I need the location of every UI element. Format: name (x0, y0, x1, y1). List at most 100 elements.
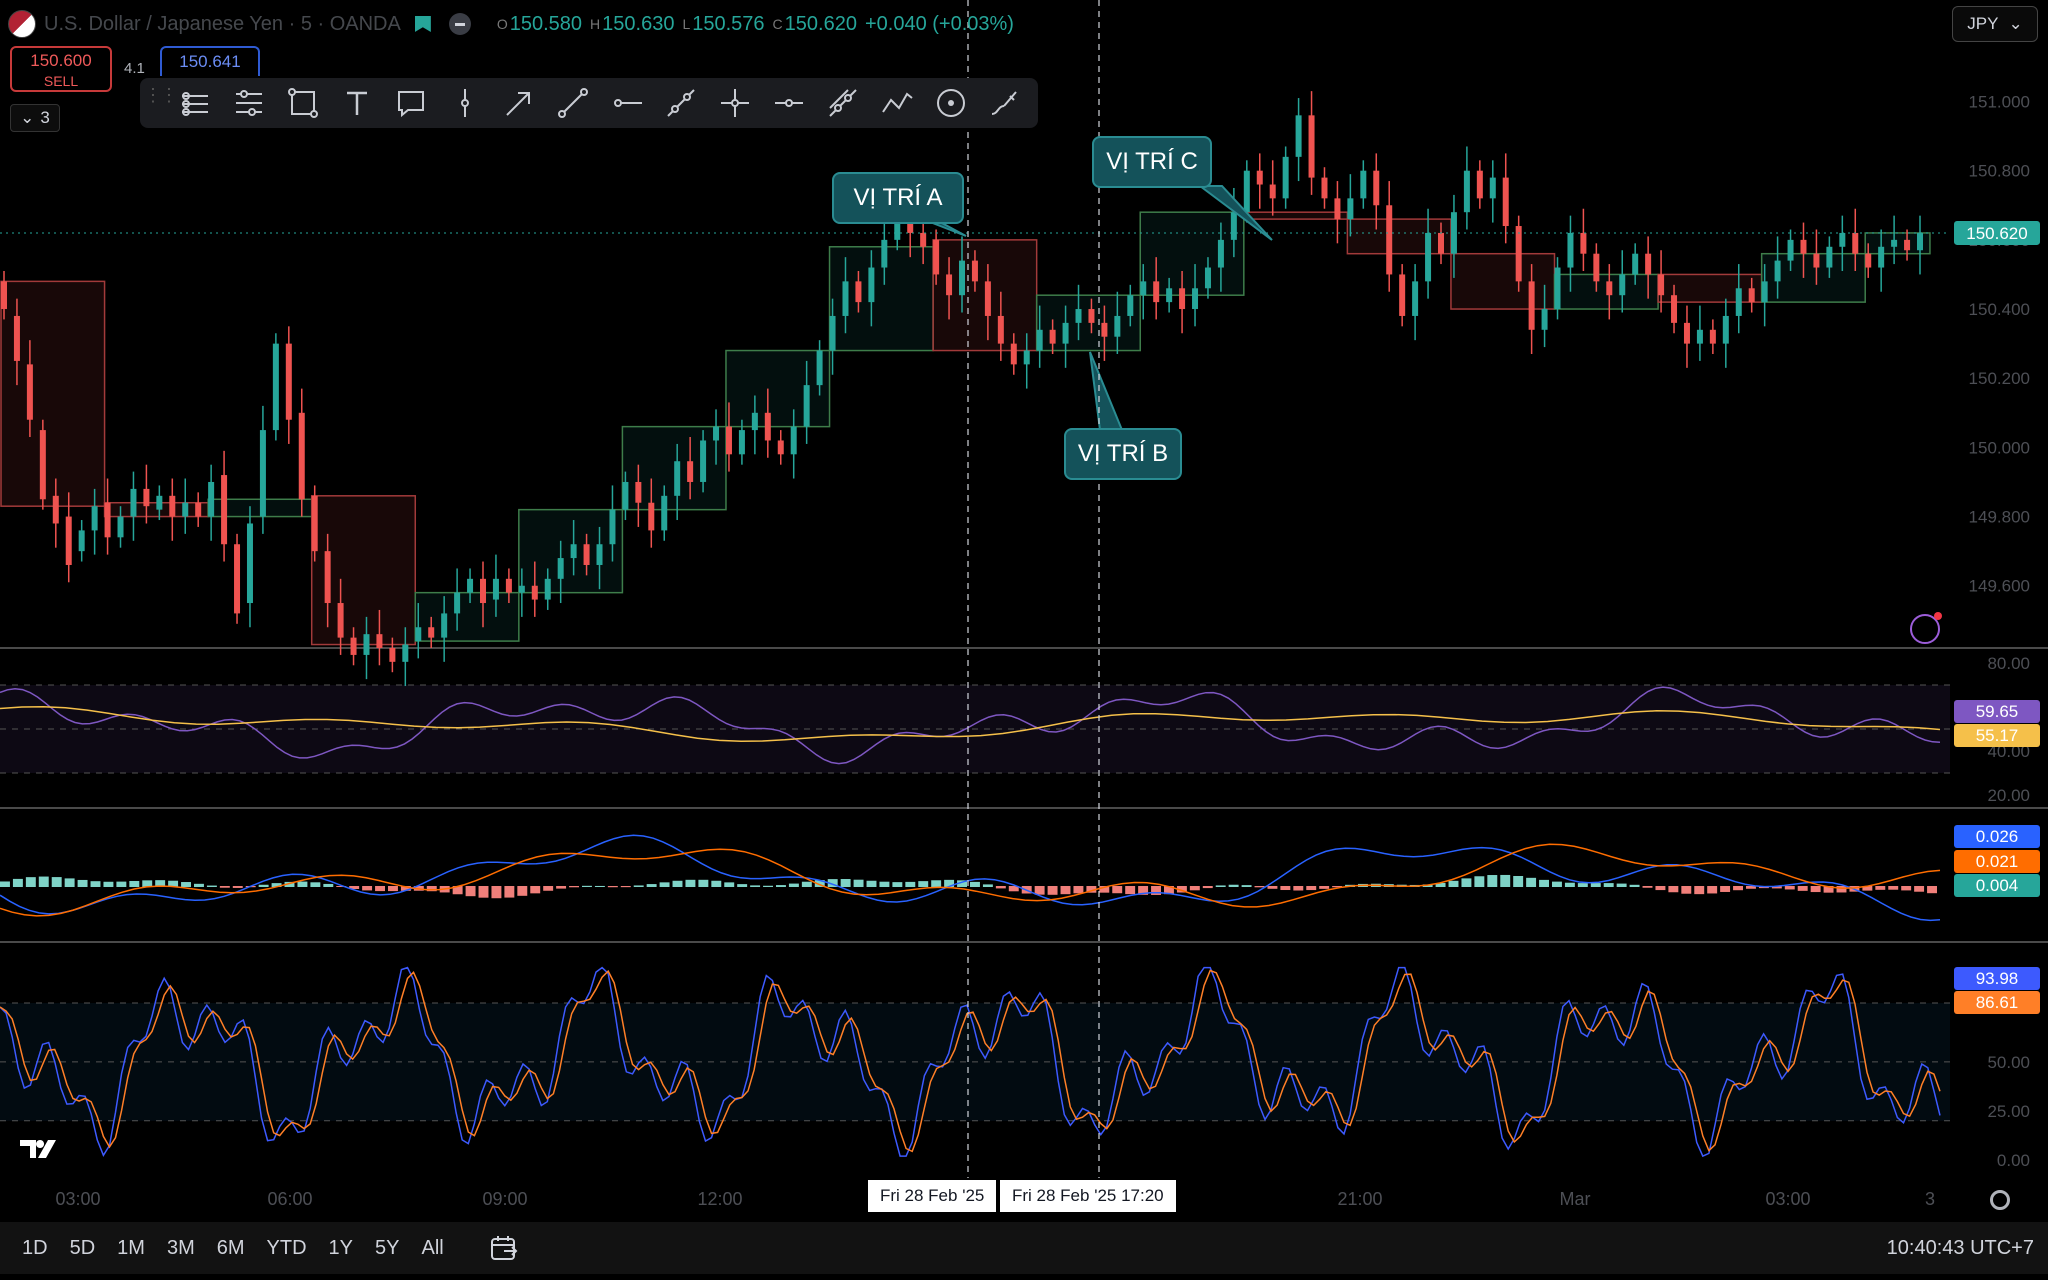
collapse-legend-icon[interactable] (448, 13, 471, 35)
currency-value: JPY (1967, 14, 1999, 33)
candle-body (78, 530, 85, 552)
price-tick-label: 150.800 (1969, 162, 2030, 181)
candle-body (1671, 295, 1678, 323)
macd-histogram-bar (659, 882, 670, 887)
candle-body (1774, 260, 1781, 282)
buy-button[interactable]: 150.641 (160, 46, 260, 76)
range-1d-button[interactable]: 1D (22, 1237, 48, 1260)
macd-histogram-bar (840, 879, 851, 887)
candle-body (1347, 198, 1354, 220)
horizontal-line-icon[interactable] (762, 78, 816, 128)
range-6m-button[interactable]: 6M (217, 1237, 245, 1260)
cross-line-icon[interactable] (708, 78, 762, 128)
drag-handle-icon[interactable]: ⋮⋮ (144, 86, 178, 118)
macd-histogram-bar (1616, 883, 1627, 887)
htf-candle-box (1346, 218, 1452, 255)
candle-body (1658, 274, 1665, 296)
candle-body (1619, 274, 1626, 296)
indicator-templates-icon[interactable] (168, 78, 222, 128)
candle-body (1645, 253, 1652, 275)
candle-body (1204, 267, 1211, 289)
macd-histogram-bar (1590, 883, 1601, 887)
annotation-c[interactable]: VỊ TRÍ C (1092, 136, 1212, 188)
candle-body (1062, 322, 1069, 344)
arrow-icon[interactable] (492, 78, 546, 128)
candle-body (298, 412, 305, 500)
range-ytd-button[interactable]: YTD (267, 1237, 307, 1260)
candle-body (674, 461, 681, 496)
macd-histogram-bar (1267, 886, 1278, 889)
candle-body (1308, 115, 1315, 178)
candle-body (1049, 329, 1056, 344)
candle-body (1800, 239, 1807, 254)
macd-histogram-bar (633, 885, 644, 887)
annotation-a[interactable]: VỊ TRÍ A (832, 172, 964, 224)
range-5d-button[interactable]: 5D (70, 1237, 96, 1260)
price-tick-label: 149.600 (1969, 577, 2030, 596)
brush-icon[interactable] (978, 78, 1032, 128)
range-all-button[interactable]: All (421, 1237, 443, 1260)
sell-button[interactable]: 150.600 SELL (10, 46, 112, 92)
polyline-icon[interactable] (870, 78, 924, 128)
candle-body (376, 634, 383, 648)
rectangle-icon[interactable] (276, 78, 330, 128)
candle-body (518, 585, 525, 593)
macd-histogram-bar (491, 886, 502, 899)
candle-body (1036, 329, 1043, 351)
parallel-channel-icon[interactable] (816, 78, 870, 128)
candle-body (1878, 246, 1885, 268)
candle-body (117, 516, 124, 538)
annotation-b[interactable]: VỊ TRÍ B (1064, 428, 1182, 480)
go-to-date-icon[interactable] (490, 1235, 518, 1261)
macd-histogram-bar (116, 881, 127, 887)
candle-body (26, 364, 33, 420)
candle-body (1127, 295, 1134, 316)
callout-icon[interactable] (384, 78, 438, 128)
macd-histogram-bar (801, 881, 812, 887)
macd-histogram-bar (323, 883, 334, 887)
horizontal-ray-icon[interactable] (600, 78, 654, 128)
macd-histogram-bar (711, 880, 722, 887)
candle-body (1735, 288, 1742, 316)
macd-histogram-bar (465, 886, 476, 897)
candle-body (1567, 232, 1574, 268)
range-1m-button[interactable]: 1M (117, 1237, 145, 1260)
symbol-title[interactable]: U.S. Dollar / Japanese Yen · 5 · OANDA (44, 13, 401, 36)
clock[interactable]: 10:40:43 UTC+7 (1887, 1222, 2034, 1274)
text-icon[interactable] (330, 78, 384, 128)
vertical-line-icon[interactable] (438, 78, 492, 128)
settings-icon[interactable] (1990, 1190, 2010, 1210)
candle-body (337, 603, 344, 638)
macd-histogram-bar (297, 881, 308, 887)
crosshair-time-label-a: Fri 28 Feb '25 (868, 1180, 997, 1212)
currency-select[interactable]: JPY ⌄ (1952, 6, 2038, 42)
candle-body (1515, 226, 1522, 282)
high-label: H (590, 16, 601, 32)
indicators-toggle[interactable]: ⌄ 3 (10, 104, 60, 132)
candle-body (738, 430, 745, 455)
candle-body (1140, 281, 1147, 296)
range-3m-button[interactable]: 3M (167, 1237, 195, 1260)
macd-histogram-bar (1539, 879, 1549, 887)
candle-body (1399, 274, 1406, 316)
candle-body (1153, 281, 1160, 303)
path-icon[interactable] (654, 78, 708, 128)
candle-body (790, 426, 797, 455)
candle-body (1088, 309, 1095, 323)
circle-icon[interactable] (924, 78, 978, 128)
lightning-icon[interactable] (1910, 612, 1942, 644)
macd-histogram-bar (724, 882, 735, 887)
candle-body (777, 440, 784, 455)
macd-histogram-bar (1720, 886, 1731, 892)
chart-area[interactable]: 149.600 149.800 150.000 150.200 150.400 150.6… (0, 0, 2048, 1280)
fib-lines-icon[interactable] (222, 78, 276, 128)
candle-body (1528, 281, 1535, 330)
candle-body (933, 239, 940, 275)
trend-line-icon[interactable] (546, 78, 600, 128)
sell-label: SELL (43, 73, 79, 89)
range-5y-button[interactable]: 5Y (375, 1237, 399, 1260)
candle-body (648, 502, 655, 531)
candle-body (104, 502, 111, 538)
macd-histogram-bar (788, 883, 799, 887)
range-1y-button[interactable]: 1Y (329, 1237, 353, 1260)
